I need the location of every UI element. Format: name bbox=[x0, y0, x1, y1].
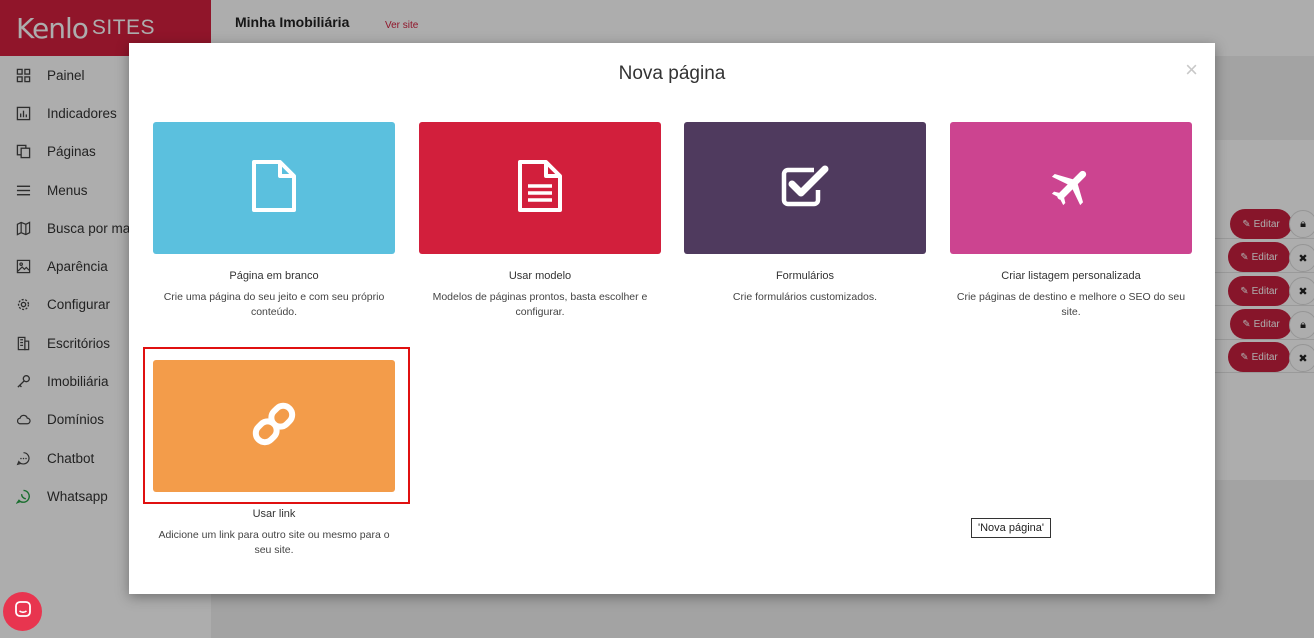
document-icon bbox=[517, 159, 563, 218]
card-use-link[interactable]: Usar link Adicione um link para outro si… bbox=[153, 360, 395, 558]
blank-file-icon bbox=[251, 159, 297, 218]
card-description: Modelos de páginas prontos, basta escolh… bbox=[432, 291, 648, 318]
chat-launcher-button[interactable] bbox=[3, 592, 42, 631]
card-title: Criar listagem personalizada bbox=[1001, 270, 1141, 282]
link-icon bbox=[249, 399, 299, 454]
card-tile[interactable] bbox=[153, 360, 395, 492]
card-tile[interactable] bbox=[684, 122, 926, 254]
checkbox-icon bbox=[780, 164, 830, 213]
chat-bubble-icon bbox=[14, 600, 32, 623]
close-button[interactable]: × bbox=[1185, 57, 1198, 83]
card-description: Crie páginas de destino e melhore o SEO … bbox=[956, 291, 1186, 318]
card-title: Formulários bbox=[775, 270, 835, 282]
card-title: Página em branco bbox=[229, 270, 319, 282]
card-tile[interactable] bbox=[950, 122, 1192, 254]
card-blank-page[interactable]: Página em branco Crie uma página do seu … bbox=[153, 122, 395, 320]
card-title: Usar link bbox=[252, 508, 296, 520]
tooltip: 'Nova página' bbox=[971, 518, 1051, 538]
card-use-template[interactable]: Usar modelo Modelos de páginas prontos, … bbox=[419, 122, 661, 320]
new-page-modal: Nova página × Página em branco Crie uma … bbox=[129, 43, 1215, 594]
card-description: Crie formulários customizados. bbox=[732, 291, 878, 303]
plane-icon bbox=[1049, 164, 1093, 213]
modal-title: Nova página bbox=[618, 63, 726, 84]
card-tile[interactable] bbox=[419, 122, 661, 254]
card-description: Adicione um link para outro site ou mesm… bbox=[158, 529, 390, 556]
card-custom-listing[interactable]: Criar listagem personalizada Crie página… bbox=[950, 122, 1192, 320]
card-title: Usar modelo bbox=[508, 270, 572, 282]
card-description: Crie uma página do seu jeito e com seu p… bbox=[163, 291, 385, 318]
card-forms[interactable]: Formulários Crie formulários customizado… bbox=[684, 122, 926, 305]
card-tile[interactable] bbox=[153, 122, 395, 254]
